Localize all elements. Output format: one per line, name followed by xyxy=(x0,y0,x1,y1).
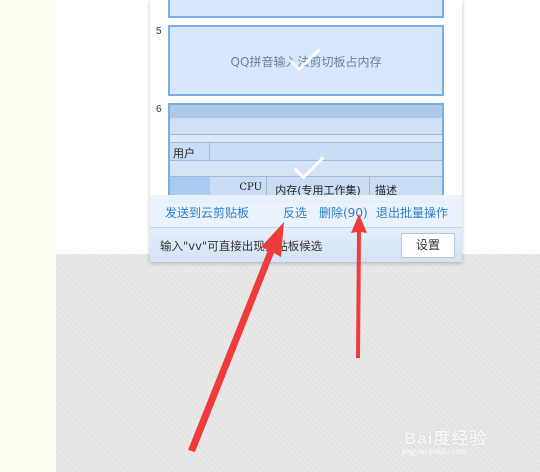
clipboard-item-5[interactable]: QQ拼音输入法剪切板占内存 xyxy=(168,25,444,96)
delete-link[interactable]: 删除(90) xyxy=(319,204,368,221)
item-number-6: 6 xyxy=(156,104,162,115)
watermark-url: jingyan.baidu.com xyxy=(402,447,467,456)
clipboard-item-6[interactable]: 用户 CPU 内存(专用工作集) 描述 xyxy=(168,103,444,203)
watermark-logo: Bai度经验 xyxy=(404,429,488,448)
settings-button[interactable]: 设置 xyxy=(401,233,455,258)
clipboard-item-partial[interactable] xyxy=(168,0,444,18)
invert-selection-link[interactable]: 反选 xyxy=(283,204,307,221)
left-margin xyxy=(0,0,56,472)
baidu-watermark: Bai度经验 jingyan.baidu.com xyxy=(402,414,532,456)
item-number-5: 5 xyxy=(156,26,162,37)
bottom-bar: 输入"vv"可直接出现剪贴板候选 设置 xyxy=(150,227,462,262)
send-to-cloud-link[interactable]: 发送到云剪贴板 xyxy=(165,204,249,221)
vv-hint-text: 输入"vv"可直接出现剪贴板候选 xyxy=(160,239,323,253)
table-user-label: 用户 xyxy=(170,143,210,161)
batch-action-bar: 发送到云剪贴板 反选 删除(90) 退出批量操作 xyxy=(150,195,462,227)
exit-batch-link[interactable]: 退出批量操作 xyxy=(376,204,448,221)
